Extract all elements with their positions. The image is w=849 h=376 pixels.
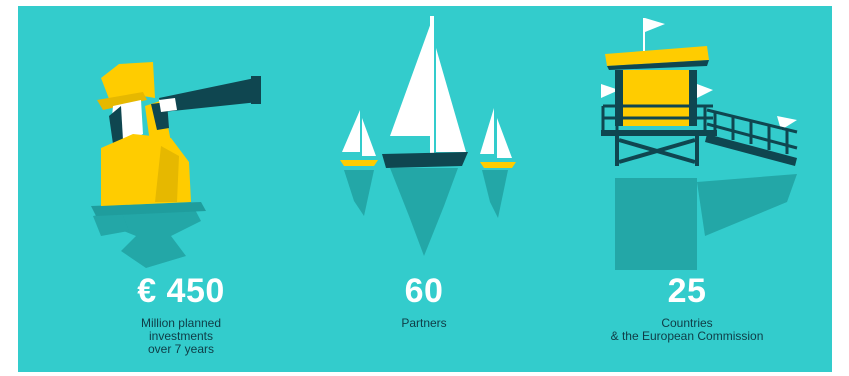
sailboats-icon [340,16,516,256]
figure-with-telescope-icon [91,62,261,268]
stats-panel: € 450 Million planned investments over 7… [18,6,832,372]
stat-label: Partners [401,316,447,330]
stat-value: 25 [667,272,707,310]
stat-value: € 450 [137,272,225,310]
stat-partners: 60 Partners [294,6,554,372]
stat-investments: € 450 Million planned investments over 7… [51,6,311,372]
stat-label: Countries & the European Commission [610,316,764,343]
lifeguard-tower-icon [601,18,798,270]
stat-label: Million planned investments over 7 years [140,316,222,356]
stat-countries: 25 Countries & the European Commission [557,6,817,372]
stat-value: 60 [404,272,444,310]
